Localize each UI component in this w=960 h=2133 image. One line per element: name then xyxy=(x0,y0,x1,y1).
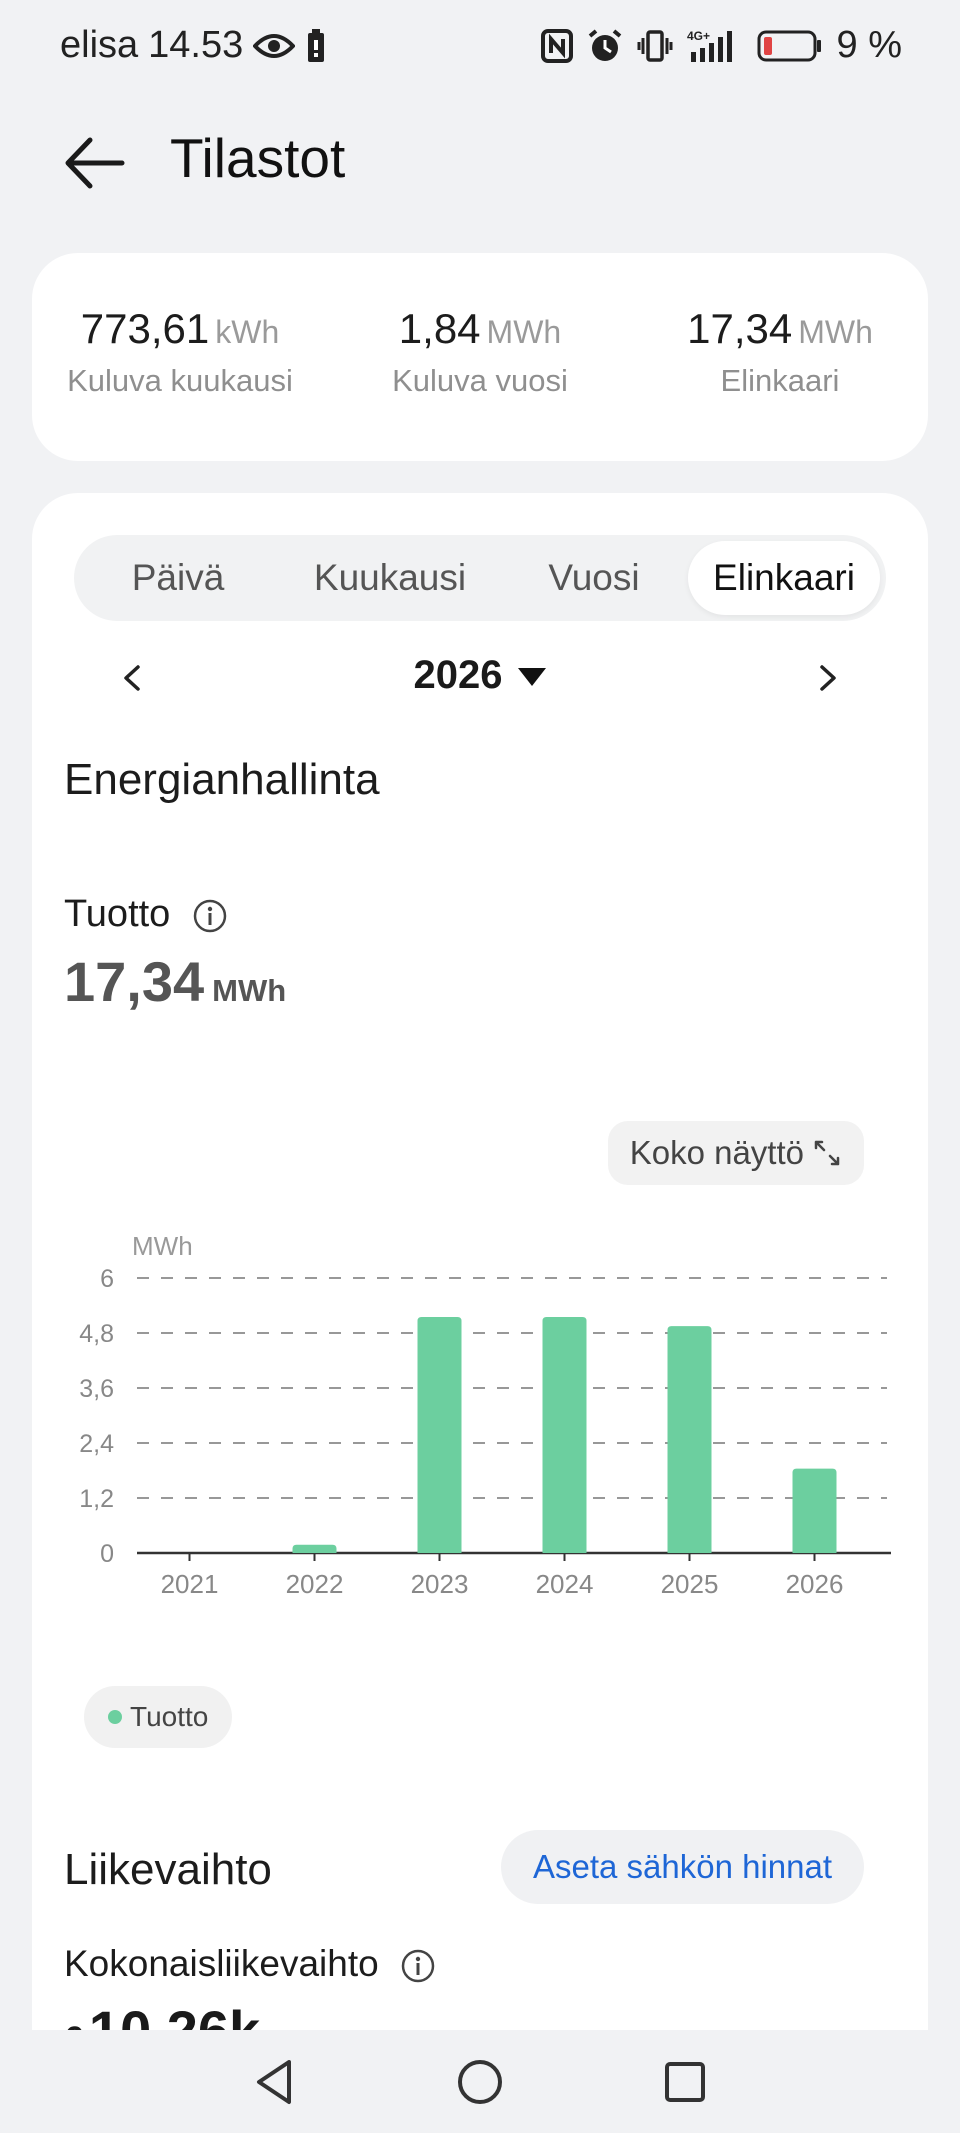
x-tick-label: 2025 xyxy=(661,1569,719,1599)
stat-year: 1,84 MWh Kuluva vuosi xyxy=(346,305,614,399)
system-nav-bar xyxy=(0,2030,960,2133)
app-header: Tilastot xyxy=(0,110,960,210)
statistics-card: Päivä Kuukausi Vuosi Elinkaari 2026 Ener… xyxy=(32,493,928,2113)
stat-value: 773,61 xyxy=(80,305,210,352)
total-revenue-label: Kokonaisliikevaihto xyxy=(64,1943,379,1984)
page-title: Tilastot xyxy=(170,127,346,189)
legend-swatch xyxy=(108,1710,122,1724)
summary-card: 773,61 kWh Kuluva kuukausi 1,84 MWh Kuluva… xyxy=(32,253,928,461)
stat-label: Kuluva vuosi xyxy=(392,363,568,398)
yield-label-row: Tuotto xyxy=(64,893,227,936)
signal-icon: 4G+ xyxy=(687,28,743,64)
fullscreen-label: Koko näyttö xyxy=(629,1134,804,1171)
legend-label: Tuotto xyxy=(130,1701,209,1732)
fullscreen-button[interactable]: Koko näyttö xyxy=(607,1121,864,1185)
caret-down-icon xyxy=(518,668,547,687)
y-tick-label: 6 xyxy=(100,1265,114,1293)
back-button[interactable] xyxy=(60,128,130,198)
stat-value: 1,84 xyxy=(398,305,481,352)
yield-bar-chart: MWh 0 1,2 2,4 3,6 4,8 6 2021 2022 2023 2024 2025 202… xyxy=(79,1231,891,1599)
chevron-right-icon xyxy=(820,665,836,691)
x-tick-label: 2021 xyxy=(161,1569,219,1599)
x-tick-label: 2023 xyxy=(411,1569,469,1599)
bar-2026 xyxy=(792,1468,837,1553)
arrow-left-icon xyxy=(65,137,125,189)
info-icon[interactable] xyxy=(401,1949,435,1983)
expand-icon xyxy=(814,1140,840,1166)
revenue-section-title: Liikevaihto xyxy=(64,1845,272,1894)
tab-lifetime[interactable]: Elinkaari xyxy=(688,541,880,615)
nav-home-button[interactable] xyxy=(450,2052,510,2112)
stat-unit: kWh xyxy=(215,314,280,350)
battery-percent: 9 % xyxy=(836,24,902,66)
stat-unit: MWh xyxy=(798,314,873,350)
info-icon[interactable] xyxy=(193,899,227,933)
yield-value-row: 17,34 MWh xyxy=(64,949,286,1014)
battery-saver-icon xyxy=(305,28,327,64)
vibrate-icon xyxy=(637,29,673,63)
carrier-name: elisa xyxy=(60,24,139,66)
y-tick-label: 1,2 xyxy=(79,1485,114,1513)
yield-label: Tuotto xyxy=(64,893,171,935)
energy-section-title: Energianhallinta xyxy=(64,755,380,804)
period-tabs: Päivä Kuukausi Vuosi Elinkaari xyxy=(74,535,886,621)
yield-value: 17,34 xyxy=(64,950,205,1013)
tab-day[interactable]: Päivä xyxy=(80,541,276,615)
status-bar: elisa 14.53 4G+ 9 % xyxy=(0,0,960,95)
clock: 14.53 xyxy=(148,24,244,66)
x-tick-label: 2026 xyxy=(786,1569,844,1599)
stat-value: 17,34 xyxy=(687,305,793,352)
tab-month[interactable]: Kuukausi xyxy=(280,541,500,615)
set-electricity-prices-button[interactable]: Aseta sähkön hinnat xyxy=(500,1830,864,1904)
alarm-icon xyxy=(587,28,623,64)
y-tick-label: 0 xyxy=(100,1540,114,1568)
selected-year: 2026 xyxy=(413,653,503,697)
x-tick-label: 2024 xyxy=(536,1569,594,1599)
svg-text:4G+: 4G+ xyxy=(687,29,710,43)
stat-label: Kuluva kuukausi xyxy=(67,363,293,398)
status-bar-left: elisa 14.53 xyxy=(60,24,327,67)
battery-icon xyxy=(757,29,823,63)
year-navigator: 2026 xyxy=(32,643,928,713)
eye-icon xyxy=(253,31,296,61)
stat-month: 773,61 kWh Kuluva kuukausi xyxy=(46,305,314,399)
x-tick-label: 2022 xyxy=(286,1569,344,1599)
nav-recents-button[interactable] xyxy=(655,2052,715,2112)
stat-label: Elinkaari xyxy=(720,363,840,398)
status-bar-right: 4G+ 9 % xyxy=(540,24,902,67)
next-year-button[interactable] xyxy=(808,653,848,703)
yield-unit: MWh xyxy=(212,973,287,1008)
triangle-back-icon xyxy=(257,2060,291,2104)
stat-lifetime: 17,34 MWh Elinkaari xyxy=(646,305,914,399)
y-axis-unit-label: MWh xyxy=(132,1231,193,1261)
bar-2023 xyxy=(417,1316,462,1553)
year-selector[interactable]: 2026 xyxy=(32,653,928,698)
tab-year[interactable]: Vuosi xyxy=(504,541,684,615)
nav-back-button[interactable] xyxy=(245,2052,305,2112)
bar-2024 xyxy=(542,1316,587,1553)
bar-2025 xyxy=(667,1326,712,1553)
y-tick-label: 3,6 xyxy=(79,1375,114,1403)
square-recents-icon xyxy=(665,2062,705,2102)
y-tick-label: 4,8 xyxy=(79,1320,114,1348)
nfc-icon xyxy=(540,28,573,63)
y-tick-label: 2,4 xyxy=(79,1430,114,1458)
total-revenue-label-row: Kokonaisliikevaihto xyxy=(64,1943,435,1985)
legend-item-tuotto[interactable]: Tuotto xyxy=(84,1686,233,1748)
bar-2022 xyxy=(292,1544,337,1553)
stat-unit: MWh xyxy=(486,314,562,350)
circle-home-icon xyxy=(458,2060,502,2104)
